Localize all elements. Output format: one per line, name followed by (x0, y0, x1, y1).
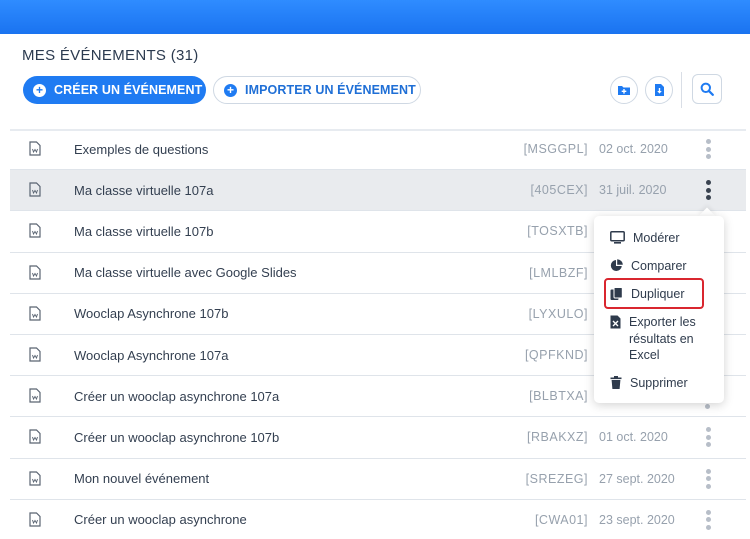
more-options-icon-partial[interactable] (705, 404, 710, 409)
event-date: 23 sept. 2020 (599, 512, 675, 527)
document-icon (29, 512, 41, 527)
search-icon (700, 82, 714, 96)
event-title: Mon nouvel événement (74, 471, 210, 487)
menu-item-label: Modérer (633, 231, 680, 245)
event-row[interactable]: Exemples de questions [MSGGPL] 02 oct. 2… (10, 129, 746, 171)
highlight-box (604, 278, 704, 309)
event-row[interactable]: Créer un wooclap asynchrone [CWA01] 23 s… (10, 500, 746, 539)
top-bar (0, 0, 750, 34)
toolbar-divider (681, 72, 682, 108)
event-title: Ma classe virtuelle 107b (74, 223, 214, 239)
event-title: Wooclap Asynchrone 107b (74, 306, 229, 322)
event-code: [LYXULO] (528, 306, 588, 321)
menu-item-moderate[interactable]: Modérer (610, 230, 680, 247)
import-event-button[interactable]: + IMPORTER UN ÉVÉNEMENT (213, 76, 421, 104)
event-date: 01 oct. 2020 (599, 430, 668, 445)
event-code: [CWA01] (534, 512, 588, 527)
document-icon (29, 265, 41, 280)
event-title: Ma classe virtuelle 107a (74, 182, 214, 198)
event-title: Exemples de questions (74, 141, 209, 157)
document-icon (29, 388, 41, 403)
menu-item-label: Supprimer (630, 376, 688, 390)
document-icon (29, 223, 41, 239)
file-download-icon (654, 84, 664, 96)
event-title: Créer un wooclap asynchrone 107b (74, 429, 280, 445)
event-code: [BLBTXA] (529, 389, 588, 404)
event-title: Wooclap Asynchrone 107a (74, 347, 229, 363)
event-date: 27 sept. 2020 (599, 471, 675, 486)
page-title: MES ÉVÉNEMENTS (31) (22, 47, 199, 64)
event-title: Créer un wooclap asynchrone (74, 512, 247, 528)
folder-plus-icon (618, 86, 630, 95)
document-icon (29, 141, 41, 156)
context-menu: Modérer Comparer Dupliquer Exporter les … (594, 216, 724, 403)
event-row[interactable]: Créer un wooclap asynchrone 107b [RBAKXZ… (10, 417, 746, 459)
import-file-button[interactable] (645, 76, 673, 104)
menu-item-delete[interactable]: Supprimer (610, 375, 688, 392)
menu-item-label-line: Exporter les (629, 315, 696, 329)
event-code: [TOSXTB] (527, 224, 588, 239)
event-code: [405CEX] (530, 183, 588, 198)
document-icon (29, 347, 41, 362)
trash-icon (610, 376, 622, 389)
event-date: 02 oct. 2020 (599, 142, 668, 157)
event-code: [SREZEG] (525, 471, 588, 486)
search-button[interactable] (692, 74, 722, 104)
import-event-label: IMPORTER UN ÉVÉNEMENT (245, 83, 416, 97)
document-icon (29, 182, 41, 197)
create-event-button[interactable]: + CRÉER UN ÉVÉNEMENT (23, 76, 206, 104)
menu-item-label-multiline: Exporter les résultats en Excel (629, 314, 696, 364)
document-icon (29, 306, 41, 321)
more-options-icon[interactable] (702, 509, 714, 530)
event-title: Ma classe virtuelle avec Google Slides (74, 265, 297, 281)
menu-item-export-excel[interactable]: Exporter les résultats en Excel (610, 314, 696, 364)
more-options-icon[interactable] (702, 468, 714, 489)
event-row[interactable]: Mon nouvel événement [SREZEG] 27 sept. 2… (10, 459, 746, 500)
menu-item-compare[interactable]: Comparer (610, 258, 687, 275)
plus-circle-icon: + (224, 83, 237, 97)
excel-icon (610, 315, 621, 329)
document-icon (29, 470, 41, 486)
create-event-label: CRÉER UN ÉVÉNEMENT (54, 83, 203, 97)
plus-circle-icon: + (33, 83, 46, 97)
document-icon (29, 429, 41, 445)
more-options-icon[interactable] (702, 180, 714, 201)
pie-chart-icon (610, 259, 623, 271)
event-row-selected[interactable]: Ma classe virtuelle 107a [405CEX] 31 jui… (10, 170, 746, 212)
event-code: [QPFKND] (524, 348, 588, 363)
menu-item-label-line: Excel (629, 348, 660, 362)
new-folder-button[interactable] (610, 76, 638, 104)
event-code: [LMLBZF] (529, 265, 588, 280)
menu-item-label-line: résultats en (629, 331, 694, 346)
event-code: [MSGGPL] (523, 142, 588, 157)
monitor-icon (610, 231, 625, 244)
more-options-icon[interactable] (702, 427, 714, 448)
event-title: Créer un wooclap asynchrone 107a (74, 388, 280, 404)
event-date: 31 juil. 2020 (599, 183, 667, 198)
event-code: [RBAKXZ] (527, 430, 588, 445)
more-options-icon[interactable] (702, 139, 714, 160)
menu-item-label: Comparer (631, 259, 687, 273)
